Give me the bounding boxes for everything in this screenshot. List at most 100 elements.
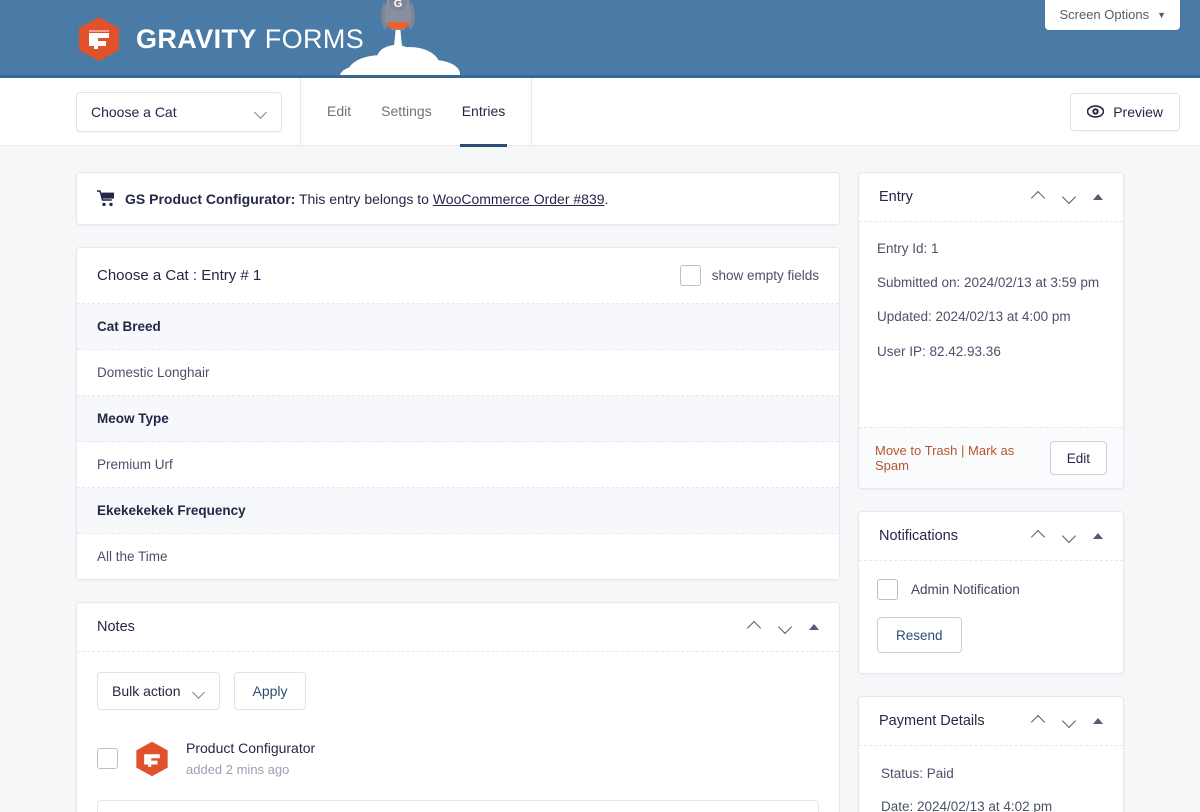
chevron-down-icon: ▼ bbox=[1157, 9, 1166, 20]
tab-edit-label: Edit bbox=[327, 102, 352, 119]
form-selector-dropdown[interactable]: Choose a Cat bbox=[76, 91, 282, 132]
admin-notification-row[interactable]: Admin Notification bbox=[877, 579, 1105, 600]
entry-updated-line: Updated: 2024/02/13 at 4:00 pm bbox=[877, 309, 1071, 325]
tab-settings[interactable]: Settings bbox=[379, 78, 434, 147]
shopping-cart-icon bbox=[97, 190, 115, 207]
gravity-forms-hexagon-logo bbox=[134, 741, 170, 777]
apply-button[interactable]: Apply bbox=[234, 672, 306, 710]
notifications-panel-header: Notifications bbox=[859, 512, 1123, 561]
entry-info-panel: Entry Entry Id: 1 Submitted on: 2024/02/… bbox=[858, 172, 1124, 489]
apply-label: Apply bbox=[252, 683, 288, 699]
entry-id-line: Entry Id: 1 bbox=[877, 241, 939, 256]
edit-entry-label: Edit bbox=[1066, 450, 1090, 466]
notice-text-before: This entry belongs to bbox=[298, 190, 429, 207]
entry-info-body: Entry Id: 1 Submitted on: 2024/02/13 at … bbox=[859, 222, 1123, 427]
notes-panel-controls bbox=[747, 622, 819, 632]
product-configurator-notice: GS Product Configurator: This entry belo… bbox=[76, 172, 840, 225]
notes-bulk-action-row: Bulk action Apply bbox=[97, 672, 819, 710]
notes-panel-title: Notes bbox=[97, 619, 135, 635]
preview-button[interactable]: Preview bbox=[1070, 92, 1180, 131]
main-column: GS Product Configurator: This entry belo… bbox=[76, 172, 840, 812]
entry-detail-title: Choose a Cat : Entry # 1 bbox=[97, 267, 262, 284]
notice-text-after: . bbox=[604, 190, 609, 207]
notes-panel-body: Bulk action Apply Product Configurator a… bbox=[77, 652, 839, 812]
screen-options-label: Screen Options bbox=[1059, 7, 1150, 22]
triangle-up-icon[interactable] bbox=[1093, 194, 1103, 200]
preview-label: Preview bbox=[1113, 103, 1163, 120]
field-value: Premium Urf bbox=[77, 442, 839, 488]
field-label: Meow Type bbox=[77, 396, 839, 442]
chevron-up-icon[interactable] bbox=[1031, 716, 1046, 726]
entry-submitted-line: Submitted on: 2024/02/13 at 3:59 pm bbox=[877, 275, 1100, 291]
show-empty-fields-label: show empty fields bbox=[711, 268, 819, 283]
entry-info-panel-header: Entry bbox=[859, 173, 1123, 222]
note-author: Product Configurator bbox=[186, 740, 316, 756]
gravity-forms-hexagon-logo bbox=[76, 16, 122, 62]
resend-button[interactable]: Resend bbox=[877, 617, 962, 653]
field-value: Domestic Longhair bbox=[77, 350, 839, 396]
note-select-checkbox[interactable] bbox=[97, 748, 118, 770]
tab-settings-label: Settings bbox=[381, 102, 432, 119]
tab-edit[interactable]: Edit bbox=[325, 78, 353, 147]
sub-navigation-bar: Choose a Cat Edit Settings Entries Previ… bbox=[0, 77, 1200, 147]
payment-details-body: Status: Paid Date: 2024/02/13 at 4:02 pm bbox=[859, 746, 1123, 812]
admin-notification-label: Admin Notification bbox=[911, 582, 1020, 597]
chevron-down-icon[interactable] bbox=[1062, 531, 1077, 541]
field-value: All the Time bbox=[77, 534, 839, 579]
svg-text:G: G bbox=[394, 0, 403, 10]
chevron-down-icon bbox=[256, 108, 267, 115]
chevron-down-icon[interactable] bbox=[1062, 716, 1077, 726]
notifications-panel-title: Notifications bbox=[879, 528, 958, 544]
chevron-up-icon[interactable] bbox=[1031, 192, 1046, 202]
payment-details-panel-title: Payment Details bbox=[879, 713, 985, 729]
field-label: Ekekekekek Frequency bbox=[77, 488, 839, 534]
notifications-body: Admin Notification Resend bbox=[859, 561, 1123, 673]
brand-name: GRAVITY FORMS bbox=[136, 24, 364, 55]
show-empty-fields-toggle[interactable]: show empty fields bbox=[679, 265, 819, 286]
link-separator: | bbox=[961, 443, 965, 458]
brand-name-bold: GRAVITY bbox=[136, 23, 257, 54]
chevron-down-icon[interactable] bbox=[1062, 192, 1077, 202]
notes-panel: Notes Bulk action Apply Product Configur… bbox=[76, 602, 840, 812]
bulk-action-value: Bulk action bbox=[112, 683, 181, 699]
entry-info-panel-title: Entry bbox=[879, 189, 913, 205]
notice-strong-label: GS Product Configurator: bbox=[125, 190, 296, 207]
payment-details-panel: Payment Details Status: Paid Date: 2024/… bbox=[858, 696, 1124, 812]
entry-detail-header: Choose a Cat : Entry # 1 show empty fiel… bbox=[77, 248, 839, 304]
tab-entries-label: Entries bbox=[461, 102, 506, 119]
triangle-up-icon[interactable] bbox=[809, 624, 819, 630]
brand-logo-group[interactable]: GRAVITY FORMS bbox=[76, 0, 364, 75]
entry-detail-card: Choose a Cat : Entry # 1 show empty fiel… bbox=[76, 247, 840, 580]
notifications-panel: Notifications Admin Notification Resend bbox=[858, 511, 1124, 674]
entry-info-footer: Move to Trash | Mark as Spam Edit bbox=[859, 427, 1123, 488]
payment-date-line: Date: 2024/02/13 at 4:02 pm bbox=[881, 799, 1053, 812]
move-to-trash-link[interactable]: Move to Trash bbox=[875, 443, 957, 458]
entry-action-links: Move to Trash | Mark as Spam bbox=[875, 443, 1050, 473]
bulk-action-dropdown[interactable]: Bulk action bbox=[97, 672, 221, 710]
triangle-up-icon[interactable] bbox=[1093, 533, 1103, 539]
edit-entry-button[interactable]: Edit bbox=[1049, 441, 1107, 475]
payment-details-panel-header: Payment Details bbox=[859, 697, 1123, 746]
chevron-down-icon[interactable] bbox=[778, 622, 793, 632]
chevron-up-icon[interactable] bbox=[747, 622, 762, 632]
brand-name-light: FORMS bbox=[264, 23, 365, 54]
notice-text: GS Product Configurator: This entry belo… bbox=[125, 191, 608, 207]
admin-notification-checkbox[interactable] bbox=[877, 579, 898, 600]
notifications-panel-controls bbox=[1031, 531, 1103, 541]
triangle-up-icon[interactable] bbox=[1093, 718, 1103, 724]
page-body: GS Product Configurator: This entry belo… bbox=[0, 146, 1200, 812]
screen-options-button[interactable]: Screen Options ▼ bbox=[1045, 0, 1180, 30]
show-empty-fields-checkbox[interactable] bbox=[679, 265, 701, 286]
chevron-up-icon[interactable] bbox=[1031, 531, 1046, 541]
woocommerce-order-link[interactable]: WooCommerce Order #839 bbox=[433, 191, 605, 207]
tab-entries[interactable]: Entries bbox=[459, 78, 508, 147]
note-timestamp: added 2 mins ago bbox=[186, 761, 290, 777]
resend-label: Resend bbox=[896, 627, 943, 643]
note-list-item: Product Configurator added 2 mins ago bbox=[97, 738, 819, 780]
note-meta: Product Configurator added 2 mins ago bbox=[186, 738, 315, 780]
form-tabs: Edit Settings Entries bbox=[300, 77, 533, 147]
field-label: Cat Breed bbox=[77, 304, 839, 350]
sidebar-column: Entry Entry Id: 1 Submitted on: 2024/02/… bbox=[858, 172, 1124, 812]
eye-icon bbox=[1086, 103, 1105, 120]
entry-user-ip-line: User IP: 82.42.93.36 bbox=[877, 343, 1001, 359]
